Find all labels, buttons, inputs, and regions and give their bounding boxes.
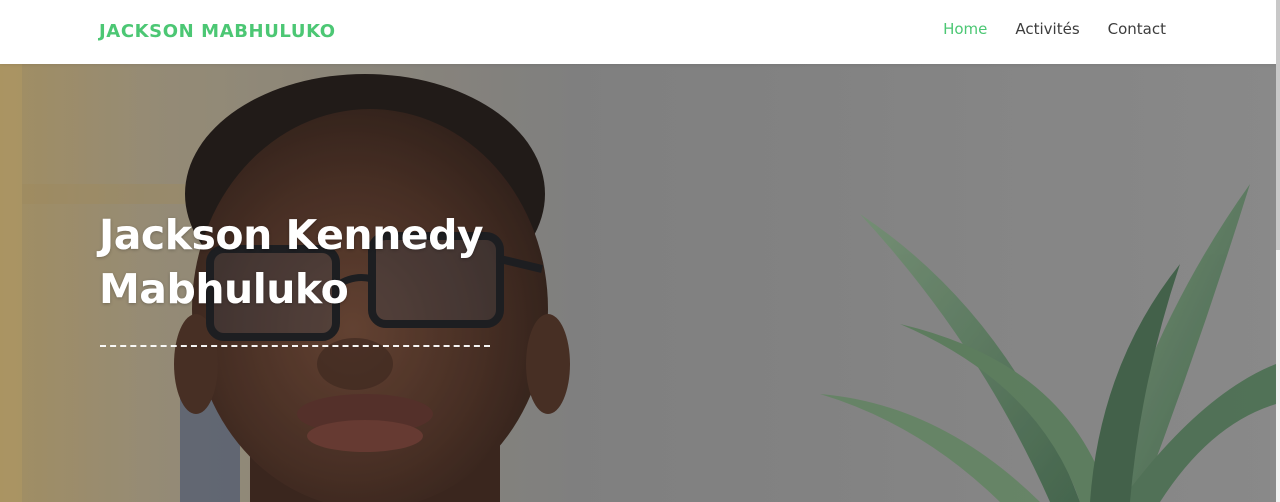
nav-link-activites[interactable]: Activités [1015, 19, 1079, 39]
hero-title-line1: Jackson Kennedy [99, 211, 484, 259]
page-scrollbar[interactable] [1276, 0, 1280, 502]
hero-title-line2: Mabhuluko [99, 265, 349, 313]
hero-title: Jackson Kennedy Mabhuluko [99, 208, 619, 316]
main-nav: Home Activités Contact [943, 19, 1166, 39]
top-navbar: JACKSON MABHULUKO Home Activités Contact [0, 0, 1280, 64]
hero-section: Jackson Kennedy Mabhuluko [0, 64, 1276, 502]
nav-link-home[interactable]: Home [943, 19, 987, 39]
hero-dashed-divider [100, 345, 490, 347]
scrollbar-thumb[interactable] [1276, 0, 1280, 250]
nav-link-contact[interactable]: Contact [1108, 19, 1166, 39]
brand-logo-link[interactable]: JACKSON MABHULUKO [99, 20, 336, 44]
